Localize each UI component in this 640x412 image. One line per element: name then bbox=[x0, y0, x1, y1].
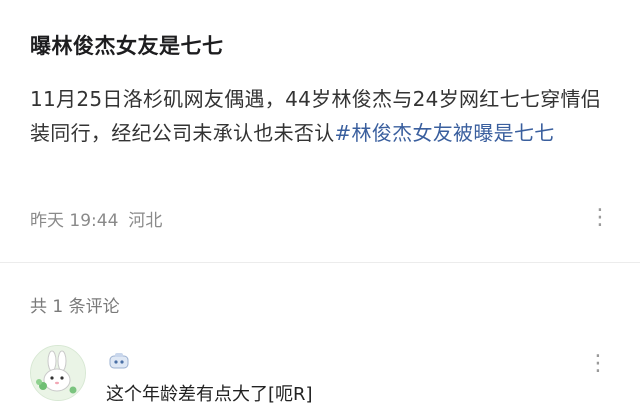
post-meta-info: 昨天 19:44 河北 bbox=[30, 206, 162, 231]
comment-count: 共 1 条评论 bbox=[30, 297, 120, 317]
post-location: 河北 bbox=[128, 210, 163, 231]
post-meta: 昨天 19:44 河北 ⋮ bbox=[30, 204, 612, 232]
comment-text: 这个年龄差有点大了[呃R] bbox=[106, 384, 313, 405]
more-horizontal-icon[interactable]: ⋮ bbox=[589, 207, 612, 229]
more-horizontal-icon[interactable]: ⋮ bbox=[587, 353, 610, 375]
section-divider bbox=[0, 262, 640, 263]
hashtag-link[interactable]: #林俊杰女友被曝是七七 bbox=[335, 121, 555, 145]
post-body: 11月25日洛杉矶网友偶遇，44岁林俊杰与24岁网红七七穿情侣装同行，经纪公司未… bbox=[30, 82, 615, 150]
rabbit-avatar-icon[interactable] bbox=[30, 345, 86, 401]
post-title: 曝林俊杰女友是七七 bbox=[30, 34, 224, 58]
robot-badge-icon bbox=[108, 352, 130, 370]
post-time: 昨天 19:44 bbox=[30, 210, 119, 231]
